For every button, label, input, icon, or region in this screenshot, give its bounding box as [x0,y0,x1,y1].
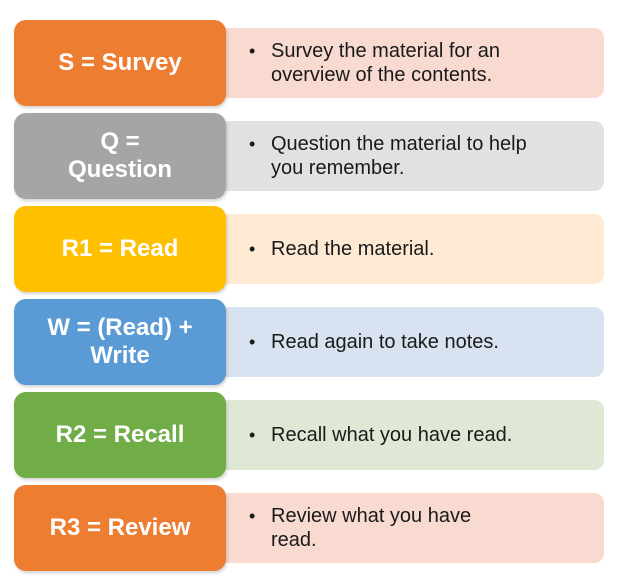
step-label: R2 = Recall [14,392,226,478]
step-description-box: • Read again to take notes. [219,307,604,377]
step-review: • Review what you have read. R3 = Review [14,485,604,571]
bullet-icon: • [249,41,256,61]
description-bullet: • Survey the material for an overview of… [249,39,551,87]
description-bullet: • Question the material to help you reme… [249,132,541,180]
step-description-box: • Read the material. [219,214,604,284]
step-description-box: • Review what you have read. [219,493,604,563]
step-description-box: • Recall what you have read. [219,400,604,470]
step-label: R1 = Read [14,206,226,292]
step-label: S = Survey [14,20,226,106]
description-bullet: • Read again to take notes. [249,330,499,354]
description-text: Recall what you have read. [271,424,513,446]
description-text: Survey the material for an overview of t… [271,40,500,86]
description-bullet: • Recall what you have read. [249,423,512,447]
bullet-icon: • [249,332,256,352]
step-label: R3 = Review [14,485,226,571]
description-text: Read again to take notes. [271,331,499,353]
bullet-icon: • [249,134,256,154]
bullet-icon: • [249,506,256,526]
step-survey: • Survey the material for an overview of… [14,20,604,106]
step-description-box: • Survey the material for an overview of… [219,28,604,98]
bullet-icon: • [249,425,256,445]
step-label: Q = Question [14,113,226,199]
bullet-icon: • [249,239,256,259]
description-text: Review what you have read. [271,505,472,551]
description-text: Read the material. [271,238,435,260]
step-label: W = (Read) + Write [14,299,226,385]
step-description-box: • Question the material to help you reme… [219,121,604,191]
description-bullet: • Review what you have read. [249,504,521,552]
description-text: Question the material to help you rememb… [271,133,527,179]
step-read: • Read the material. R1 = Read [14,206,604,292]
step-question: • Question the material to help you reme… [14,113,604,199]
step-write: • Read again to take notes. W = (Read) +… [14,299,604,385]
description-bullet: • Read the material. [249,237,434,261]
step-recall: • Recall what you have read. R2 = Recall [14,392,604,478]
